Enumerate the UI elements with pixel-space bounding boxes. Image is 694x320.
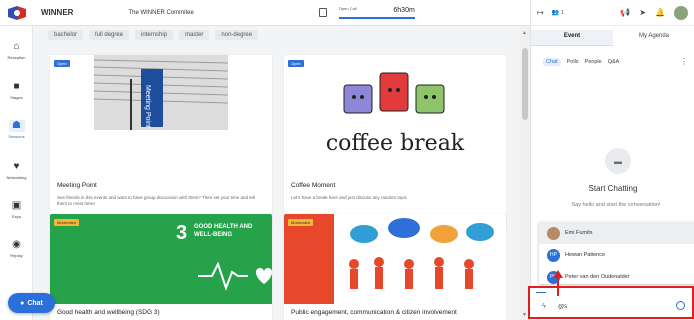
card-title: Meeting Point [57,182,97,189]
card-title: Coffee Moment [291,182,336,189]
nav-reception-label: Reception [7,55,26,60]
people-group-icon: ☗ [8,120,25,132]
scroll-thumb[interactable] [522,48,528,120]
public-engagement-image [334,214,506,304]
subtab-qa[interactable]: Q&A [608,59,620,65]
mention-option[interactable]: Emi Fumits [539,222,694,244]
nav-expo[interactable]: ▣ Expo [0,200,33,219]
user-count-icon: 👥 [551,10,560,16]
lightning-icon[interactable]: ϟ [542,303,546,310]
tab-event[interactable]: Event [531,30,613,46]
card-description: See friends in this events and want to h… [57,195,256,206]
more-options-icon[interactable]: ⋮ [680,57,688,66]
heartbeat-icon [198,261,272,291]
play-circle-icon: ◉ [12,239,21,250]
tag-filter[interactable]: non-degree [215,30,259,40]
filter-tags: bachelor full degree internship master n… [48,30,259,40]
nav-stages-label: Stages [10,95,23,100]
exit-icon[interactable]: ↦ [537,8,544,17]
winner-logo[interactable] [0,0,33,26]
status-badge: Open [288,60,304,67]
mention-option[interactable]: HP Hewan Patience [539,244,694,266]
panel-tabs: Event My Agenda [531,30,694,46]
app-title: WINNER [41,8,74,17]
start-chatting-title: Start Chatting [588,184,638,193]
flag-logo-icon [7,5,26,20]
send-icon[interactable]: ➤ [639,8,646,17]
avatar [547,226,560,240]
card-title: Public engagement, communication & citiz… [291,309,457,316]
start-chatting-hint: Say hello and start the conversation! [571,202,661,208]
session-card-coffee-moment[interactable]: coffee break Open Coffee Moment Let's ha… [284,55,506,230]
timer-label: Open Call [338,5,357,11]
nav-replay[interactable]: ◉ Replay [0,239,33,258]
session-card-meeting-point[interactable]: Meeting Point Open Meeting Point See fri… [50,55,272,230]
send-message-icon[interactable] [676,301,685,310]
home-icon: ⌂ [13,41,20,52]
right-panel-header: ↦ 👥 1 📢 ➤ 🔔 [531,0,694,26]
megaphone-icon[interactable]: 📢 [620,8,630,17]
top-bar: WINNER The WINNER Commitee Open Call 6h3… [0,0,530,26]
timer-value: 6h30m [393,6,415,14]
nav-replay-label: Replay [10,253,23,258]
status-badge: Moderated [54,219,80,226]
scroll-down-icon[interactable]: ▼ [522,312,527,318]
building-icon: ▣ [11,200,22,211]
subtab-chat[interactable]: Chat [543,58,561,66]
subtab-polls[interactable]: Polls [567,59,579,65]
tag-filter[interactable]: internship [135,30,174,40]
main-scrollbar[interactable]: ▲ ▼ [520,26,530,320]
organizer-name: The WINNER Commitee [128,9,194,16]
nav-expo-label: Expo [11,214,22,219]
annotation-arrow-icon [553,270,563,296]
nav-networking[interactable]: ♥ Networking [0,161,33,180]
left-nav: ⌂ Reception ■ Stages ☗ Sessions ♥ Networ… [0,26,33,320]
nav-sessions[interactable]: ☗ Sessions [0,120,33,139]
meeting-point-image: Meeting Point [50,55,272,175]
subtab-people[interactable]: People [585,59,602,65]
coffee-break-image: coffee break [284,55,506,175]
session-card-good-health[interactable]: Moderated 3 GOOD HEALTH AND WELL-BEING G… [50,214,272,320]
tag-filter[interactable]: bachelor [48,30,84,40]
mention-name: Hewan Patience [565,252,606,258]
chat-subtabs: Chat Polls People Q&A [543,58,619,66]
chat-button[interactable]: ● Chat [8,293,55,313]
chat-button-label: Chat [27,299,43,307]
sdg-text: GOOD HEALTH AND WELL-BEING [194,224,253,238]
meeting-point-sign-text: Meeting Point [144,85,151,128]
nav-networking-label: Networking [6,175,27,180]
nav-sessions-label: Sessions [8,134,25,139]
avatar: HP [547,248,560,262]
tab-my-agenda[interactable]: My Agenda [613,30,694,46]
session-card-public-engagement[interactable]: Moderated Public engagement, communicati… [284,214,506,320]
bell-icon[interactable]: 🔔 [655,8,665,17]
mention-name: Emi Fumits [565,230,593,236]
tag-filter[interactable]: full degree [89,30,130,40]
chat-input[interactable] [558,301,668,313]
tag-filter[interactable]: master [179,30,210,40]
video-icon: ■ [13,81,20,92]
scroll-up-icon[interactable]: ▲ [522,30,527,36]
calendar-icon[interactable] [318,8,327,17]
user-count: 1 [561,9,564,16]
status-badge: Open [54,60,70,67]
nav-stages[interactable]: ■ Stages [0,81,33,100]
mention-name: Peter van den Oudenalder [565,274,630,280]
coffee-break-text: coffee break [326,131,465,156]
handshake-icon: ♥ [13,161,20,172]
avatar[interactable] [674,5,688,20]
chat-bubble-icon: ● [20,299,25,307]
sdg-number: 3 [176,222,188,244]
timer-progress [338,16,415,19]
timer-widget: Open Call 6h30m [335,6,415,20]
card-description: Let's have a break here and just discuss… [291,195,407,200]
card-title: Good health and wellbeing (SDG 3) [57,309,160,316]
sessions-grid: bachelor full degree internship master n… [33,26,520,320]
focus-indicator [536,292,546,293]
chat-empty-icon: ▬ [605,148,631,174]
nav-reception[interactable]: ⌂ Reception [0,41,33,60]
